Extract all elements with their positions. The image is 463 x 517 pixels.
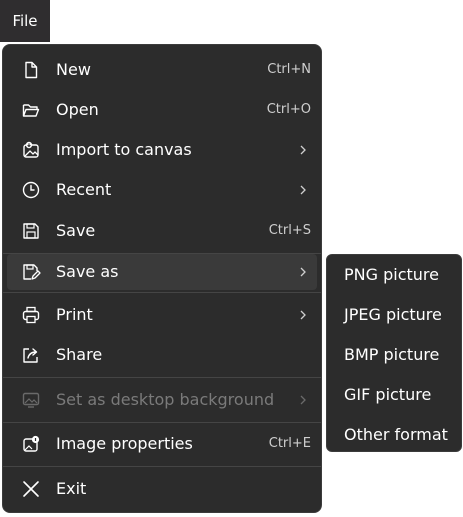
desktop-background-icon: [21, 390, 41, 410]
menu-item-new-label: New: [56, 60, 91, 79]
submenu-item-jpeg-picture-label: JPEG picture: [344, 305, 442, 324]
chevron-right-icon: [297, 394, 309, 406]
menu-item-share-label: Share: [56, 345, 103, 364]
save-as-submenu: PNG picture JPEG picture BMP picture GIF…: [326, 254, 462, 452]
chevron-right-icon: [297, 309, 309, 321]
menu-item-save[interactable]: Save Ctrl+S: [7, 213, 317, 249]
menu-item-image-properties-label: Image properties: [56, 434, 193, 453]
submenu-item-jpeg-picture[interactable]: JPEG picture: [331, 297, 457, 333]
chevron-right-icon: [297, 184, 309, 196]
submenu-item-gif-picture-label: GIF picture: [344, 385, 432, 404]
image-properties-icon: [21, 434, 41, 454]
menu-item-image-properties[interactable]: Image properties Ctrl+E: [7, 426, 317, 462]
menu-item-set-as-desktop-background-label: Set as desktop background: [56, 390, 275, 409]
menu-item-exit-label: Exit: [56, 479, 87, 498]
clock-icon: [21, 180, 41, 200]
chevron-right-icon: [297, 144, 309, 156]
menu-item-exit[interactable]: Exit: [7, 471, 317, 507]
file-menu-tab[interactable]: File: [0, 0, 50, 42]
menu-item-import-to-canvas-label: Import to canvas: [56, 140, 192, 159]
menu-separator: [3, 466, 321, 467]
menu-item-print-label: Print: [56, 305, 93, 324]
submenu-item-other-format[interactable]: Other format: [331, 417, 457, 453]
file-menu: New Ctrl+N Open Ctrl+O Import to canvas …: [2, 44, 322, 513]
menu-item-share[interactable]: Share: [7, 337, 317, 373]
chevron-right-icon: [297, 266, 309, 278]
menu-item-save-as-label: Save as: [56, 262, 119, 281]
menu-item-import-to-canvas[interactable]: Import to canvas: [7, 132, 317, 168]
submenu-item-png-picture-label: PNG picture: [344, 265, 439, 284]
menu-item-new[interactable]: New Ctrl+N: [7, 52, 317, 88]
submenu-item-bmp-picture[interactable]: BMP picture: [331, 337, 457, 373]
share-icon: [21, 345, 41, 365]
import-icon: [21, 140, 41, 160]
menu-item-open-label: Open: [56, 100, 99, 119]
menu-item-save-as[interactable]: Save as: [7, 254, 317, 290]
menu-item-print[interactable]: Print: [7, 297, 317, 333]
submenu-item-gif-picture[interactable]: GIF picture: [331, 377, 457, 413]
close-icon: [21, 479, 41, 499]
submenu-item-png-picture[interactable]: PNG picture: [331, 257, 457, 293]
menu-item-open[interactable]: Open Ctrl+O: [7, 92, 317, 128]
menu-item-recent-label: Recent: [56, 180, 112, 199]
menu-item-image-properties-shortcut: Ctrl+E: [268, 436, 311, 451]
submenu-item-bmp-picture-label: BMP picture: [344, 345, 440, 364]
menu-item-set-as-desktop-background: Set as desktop background: [7, 382, 317, 418]
save-as-icon: [21, 262, 41, 282]
submenu-item-other-format-label: Other format: [344, 425, 448, 444]
menu-separator: [3, 377, 321, 378]
menu-separator: [3, 292, 321, 293]
save-icon: [21, 221, 41, 241]
menu-item-save-label: Save: [56, 221, 96, 240]
printer-icon: [21, 305, 41, 325]
folder-open-icon: [21, 100, 41, 120]
menu-item-save-shortcut: Ctrl+S: [268, 223, 311, 238]
menu-item-recent[interactable]: Recent: [7, 172, 317, 208]
menu-separator: [3, 422, 321, 423]
file-menu-tab-label: File: [12, 12, 38, 30]
menu-item-open-shortcut: Ctrl+O: [266, 102, 311, 117]
new-file-icon: [21, 60, 41, 80]
menu-item-new-shortcut: Ctrl+N: [267, 62, 311, 77]
